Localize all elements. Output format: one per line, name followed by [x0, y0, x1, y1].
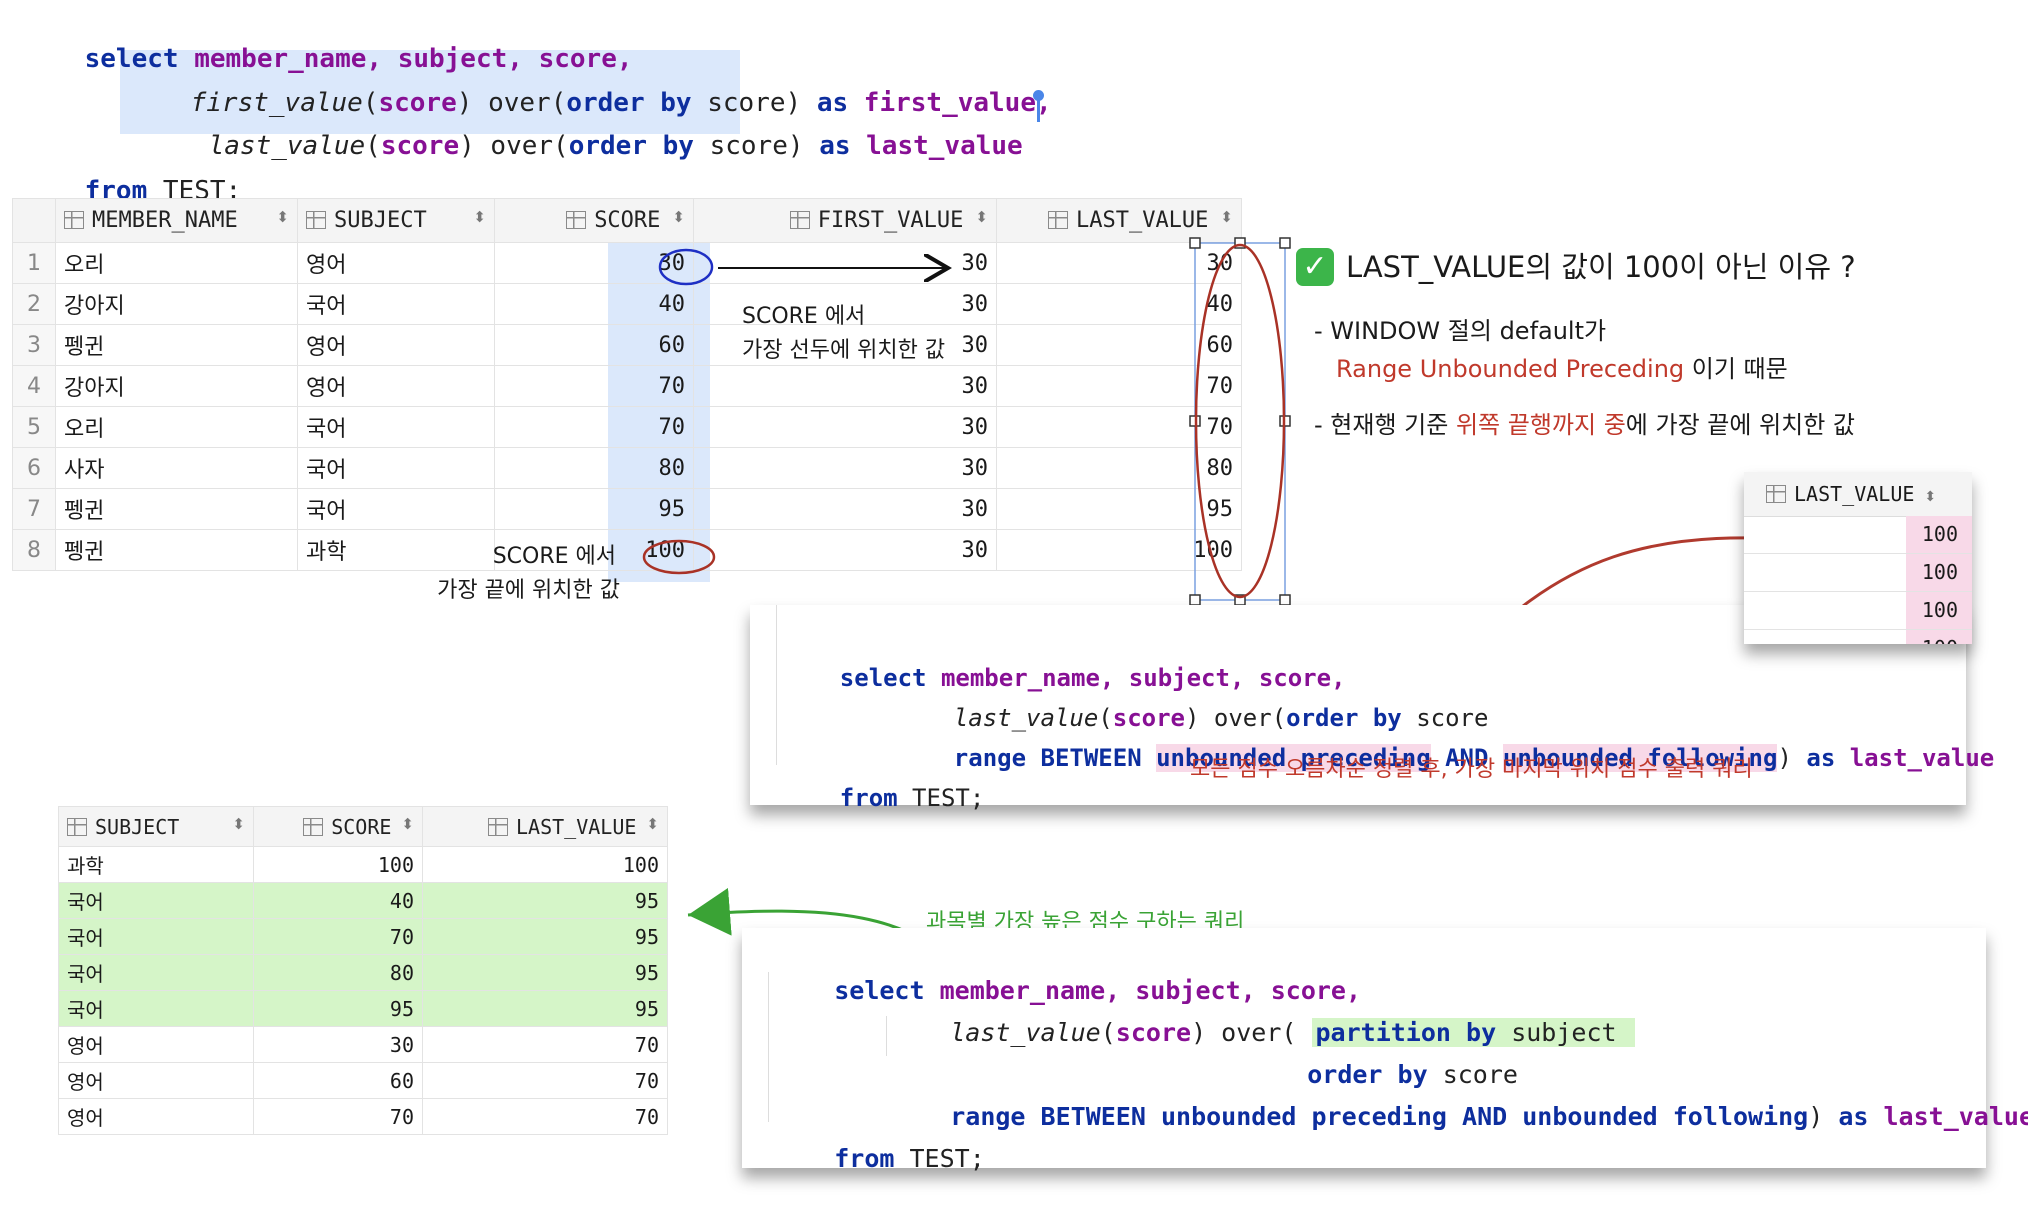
table-row[interactable]: 영어 60 70: [58, 1062, 668, 1099]
table-row[interactable]: 국어 80 95: [58, 954, 668, 991]
cell-last-value[interactable]: 70: [422, 1062, 668, 1099]
table-column-icon: [488, 817, 508, 836]
fn-last-value: last_value: [950, 1018, 1101, 1047]
last-score-note: SCORE 에서 가장 끝에 위치한 값: [428, 540, 620, 608]
cell-last-value[interactable]: 70: [422, 1098, 668, 1135]
list-item[interactable]: 100: [1744, 592, 1972, 630]
table-name: TEST;: [912, 784, 985, 812]
bullet-text: - 현재행 기준: [1314, 411, 1456, 439]
unbounded-following-kw: unbounded following: [1522, 1102, 1809, 1131]
table-column-icon: [303, 817, 324, 836]
cell-subject[interactable]: 국어: [58, 882, 254, 919]
table-row[interactable]: 영어 30 70: [58, 1026, 668, 1063]
partition-col: subject: [1511, 1018, 1617, 1047]
last-value-column-circle: [1194, 243, 1286, 599]
query2-line-4: from TEST;: [782, 747, 985, 849]
table-row[interactable]: 과학 100 100: [58, 846, 668, 883]
as-kw: as: [1838, 1102, 1869, 1131]
cell-last-value[interactable]: 95: [422, 882, 668, 919]
cell-last-value[interactable]: 95: [422, 918, 668, 955]
and-kw: AND: [1462, 1102, 1508, 1131]
cell-subject[interactable]: 영어: [58, 1098, 254, 1135]
cell-subject[interactable]: 국어: [58, 918, 254, 955]
table-name: TEST;: [909, 1144, 985, 1173]
column-header-score[interactable]: SCORE ⬍: [253, 806, 423, 847]
explanation-bullet-2: - 현재행 기준 위쪽 끝행까지 중에 가장 끝에 위치한 값: [1314, 406, 1855, 444]
list-item[interactable]: 100: [1744, 630, 1972, 644]
note-line: SCORE 에서: [492, 544, 616, 569]
cell-last-value[interactable]: 95: [422, 954, 668, 991]
query3-line-5: from TEST;: [774, 1108, 985, 1210]
column-header-subject[interactable]: SUBJECT ⬍: [58, 806, 254, 847]
cell-last-value[interactable]: 100: [1906, 630, 1972, 644]
cell-score[interactable]: 70: [253, 1098, 423, 1135]
cell-last-value[interactable]: 100: [1906, 516, 1972, 553]
query3-line-4: range BETWEEN unbounded preceding AND un…: [890, 1066, 2028, 1168]
mini-result-grid[interactable]: LAST_VALUE⬍ 100100100100: [1744, 472, 1972, 644]
first-value-note: SCORE 에서 가장 선두에 위치한 값: [742, 300, 945, 368]
keyword-from: from: [834, 1144, 895, 1173]
cell-subject[interactable]: 국어: [58, 990, 254, 1027]
list-item[interactable]: 100: [1744, 554, 1972, 592]
first-score-circle: [658, 248, 714, 286]
sort-icon[interactable]: ⬍: [232, 815, 245, 833]
sort-icon[interactable]: ⬍: [1924, 489, 1936, 505]
list-item[interactable]: 100: [1744, 516, 1972, 554]
note-line: SCORE 에서: [742, 304, 866, 329]
cell-last-value[interactable]: 100: [1906, 554, 1972, 591]
query2-note: 모든 점수 오름차순 정렬 후, 가장 마지막 위치 점수 출력 쿼리: [1190, 757, 1753, 782]
note-line: 가장 선두에 위치한 값: [742, 338, 946, 363]
bullet-text: Range Unbounded Preceding 이기 때문: [1314, 350, 1788, 388]
table-column-icon: [1766, 485, 1786, 503]
bullet-rest: 에 가장 끝에 위치한 값: [1625, 411, 1856, 439]
sort-icon[interactable]: ⬍: [401, 815, 414, 833]
alias-last-value: last_value: [1883, 1102, 2028, 1131]
cell-score[interactable]: 100: [253, 846, 423, 883]
fn-arg: score: [1115, 1018, 1192, 1047]
between-kw: BETWEEN: [1040, 1102, 1146, 1131]
cell-score[interactable]: 70: [253, 918, 423, 955]
as-kw: as: [1806, 744, 1836, 772]
unbounded-preceding-kw: unbounded preceding: [1160, 1102, 1447, 1131]
header-label: LAST_VALUE: [1794, 482, 1915, 506]
cell-score[interactable]: 95: [253, 990, 423, 1027]
cell-last-value[interactable]: 100: [422, 846, 668, 883]
cell-score[interactable]: 60: [253, 1062, 423, 1099]
header-label: SCORE: [331, 814, 392, 839]
last-score-circle: [642, 539, 716, 575]
red-emphasis: Range Unbounded Preceding: [1336, 355, 1685, 383]
header-label: LAST_VALUE: [516, 814, 637, 839]
explanation-bullet-1: - WINDOW 절의 default가 Range Unbounded Pre…: [1314, 312, 1788, 388]
table-row[interactable]: 국어 95 95: [58, 990, 668, 1027]
column-header-last-value[interactable]: LAST_VALUE ⬍: [422, 806, 668, 847]
bullet-text: - WINDOW 절의 default가: [1314, 317, 1607, 345]
sort-icon[interactable]: ⬍: [646, 815, 659, 833]
cell-last-value[interactable]: 70: [422, 1026, 668, 1063]
table-row[interactable]: 국어 70 95: [58, 918, 668, 955]
mini-grid-header[interactable]: LAST_VALUE ⬍: [1744, 472, 1972, 517]
cell-last-value[interactable]: 100: [1906, 592, 1972, 629]
check-mark-icon: ✓: [1296, 248, 1334, 286]
note-line: 가장 끝에 위치한 값: [437, 578, 620, 603]
red-emphasis: 위쪽 끝행까지 중: [1455, 411, 1626, 439]
cell-subject[interactable]: 과학: [58, 846, 254, 883]
explanation-title: LAST_VALUE의 값이 100이 아닌 이유 ?: [1346, 250, 1856, 284]
header-label: SUBJECT: [95, 814, 180, 839]
cell-subject[interactable]: 영어: [58, 1062, 254, 1099]
cell-subject[interactable]: 국어: [58, 954, 254, 991]
bullet-rest: 이기 때문: [1684, 355, 1788, 383]
alias-last-value: last_value: [1849, 744, 1995, 772]
cell-last-value[interactable]: 95: [422, 990, 668, 1027]
cell-score[interactable]: 30: [253, 1026, 423, 1063]
cell-score[interactable]: 80: [253, 954, 423, 991]
table-row[interactable]: 영어 70 70: [58, 1098, 668, 1135]
table-column-icon: [67, 817, 87, 836]
table-row[interactable]: 국어 40 95: [58, 882, 668, 919]
keyword-from: from: [839, 784, 898, 812]
cell-subject[interactable]: 영어: [58, 1026, 254, 1063]
query3-panel: select member_name, subject, score, last…: [742, 928, 2028, 1173]
bottom-grid-table: SUBJECT ⬍ SCORE ⬍ LAST_VALUE ⬍ 과학 100 100 국어 40…: [58, 806, 668, 1135]
between-kw: BETWEEN: [1040, 744, 1142, 772]
cell-score[interactable]: 40: [253, 882, 423, 919]
